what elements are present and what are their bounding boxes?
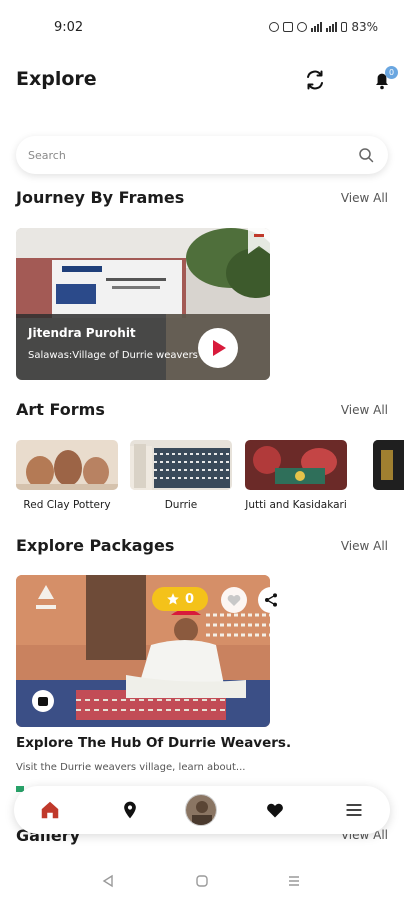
package-title[interactable]: Explore The Hub Of Durrie Weavers. bbox=[16, 735, 291, 751]
nav-menu[interactable] bbox=[342, 798, 366, 822]
search-bar[interactable] bbox=[16, 136, 388, 174]
art-form-label: Red Clay Pottery bbox=[23, 499, 111, 511]
status-bar: 9:02 83% bbox=[0, 0, 404, 48]
heart-outline-icon bbox=[227, 595, 241, 606]
status-icons: 83% bbox=[269, 20, 378, 34]
page-title: Explore bbox=[16, 68, 97, 90]
bottom-nav bbox=[14, 786, 390, 834]
heart-icon bbox=[267, 803, 283, 818]
package-description: Visit the Durrie weavers village, learn … bbox=[16, 762, 246, 773]
status-time: 9:02 bbox=[54, 20, 84, 35]
package-card[interactable]: 0 bbox=[16, 575, 270, 727]
data-icon bbox=[283, 22, 294, 32]
battery-icon bbox=[341, 22, 348, 32]
camera-icon bbox=[32, 690, 54, 712]
signal-icon-2 bbox=[326, 22, 338, 32]
art-form-item[interactable]: Jutti and Kasidakari bbox=[245, 440, 347, 511]
art-form-thumbnail bbox=[245, 440, 347, 490]
frame-title: Jitendra Purohit bbox=[28, 326, 136, 340]
share-icon bbox=[265, 593, 277, 607]
play-button[interactable] bbox=[198, 328, 238, 368]
ribbon-icon bbox=[248, 228, 270, 254]
home-icon bbox=[41, 801, 59, 819]
nav-favorites[interactable] bbox=[263, 798, 287, 822]
journey-view-all[interactable]: View All bbox=[341, 191, 388, 205]
profile-avatar[interactable] bbox=[185, 794, 217, 826]
art-forms-view-all[interactable]: View All bbox=[341, 403, 388, 417]
battery-percent: 83% bbox=[351, 20, 378, 34]
signal-icon bbox=[311, 22, 323, 32]
refresh-icon[interactable] bbox=[303, 68, 327, 92]
nav-location[interactable] bbox=[118, 798, 142, 822]
journey-frame-card[interactable]: Jitendra Purohit Salawas:Village of Durr… bbox=[16, 228, 270, 380]
packages-section-title: Explore Packages bbox=[16, 536, 175, 555]
art-form-thumbnail bbox=[16, 440, 118, 490]
share-button[interactable] bbox=[258, 587, 284, 613]
search-input[interactable] bbox=[28, 145, 328, 165]
nav-home[interactable] bbox=[38, 798, 62, 822]
alarm-icon bbox=[269, 22, 280, 32]
back-icon[interactable] bbox=[100, 873, 116, 889]
art-form-label: Durrie bbox=[164, 499, 198, 511]
notification-badge: 0 bbox=[385, 66, 398, 79]
art-form-item-partial[interactable] bbox=[373, 440, 404, 490]
wifi-icon bbox=[297, 22, 308, 32]
location-icon bbox=[124, 801, 136, 819]
notification-bell[interactable]: 0 bbox=[370, 66, 398, 92]
frame-subtitle: Salawas:Village of Durrie weavers bbox=[28, 350, 198, 361]
favorite-button[interactable] bbox=[221, 587, 247, 613]
system-nav-bar bbox=[0, 864, 404, 900]
art-form-item[interactable]: Red Clay Pottery bbox=[16, 440, 118, 511]
rating-value: 0 bbox=[184, 591, 195, 607]
star-icon bbox=[167, 593, 179, 605]
art-form-label: Jutti and Kasidakari bbox=[245, 499, 347, 511]
art-form-item[interactable]: Durrie bbox=[130, 440, 232, 511]
journey-section-title: Journey By Frames bbox=[16, 188, 185, 207]
art-form-thumbnail bbox=[130, 440, 232, 490]
menu-icon bbox=[346, 803, 362, 817]
search-icon[interactable] bbox=[358, 147, 374, 163]
art-forms-section-title: Art Forms bbox=[16, 400, 105, 419]
home-button-icon[interactable] bbox=[194, 873, 210, 889]
recents-icon[interactable] bbox=[286, 873, 302, 889]
rating-badge: 0 bbox=[152, 587, 208, 611]
play-icon bbox=[213, 340, 226, 356]
packages-view-all[interactable]: View All bbox=[341, 539, 388, 553]
